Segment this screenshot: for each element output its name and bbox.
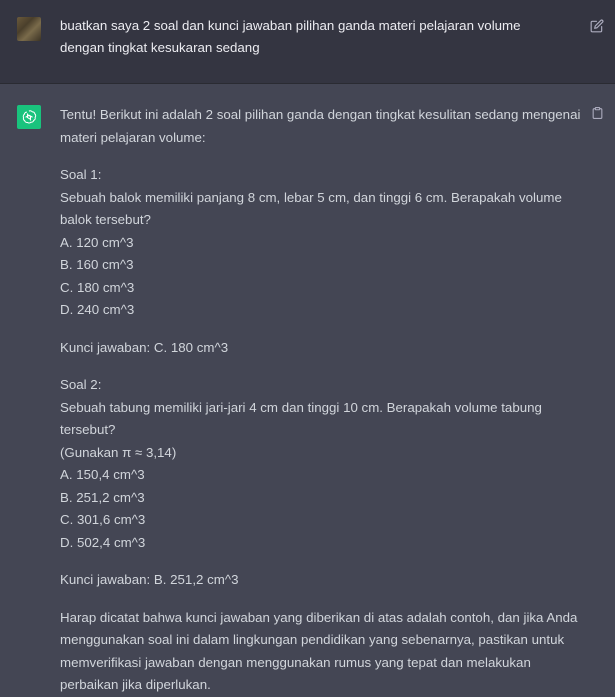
- clipboard-icon: [592, 107, 603, 119]
- soal2-title: Soal 2:: [60, 377, 102, 392]
- soal1-option-a: A. 120 cm^3: [60, 234, 134, 250]
- user-message-text: buatkan saya 2 soal dan kunci jawaban pi…: [60, 18, 521, 55]
- soal1-option-d: D. 240 cm^3: [60, 302, 135, 317]
- edit-button[interactable]: [590, 19, 604, 33]
- edit-icon: [590, 19, 604, 33]
- assistant-avatar: [17, 105, 41, 129]
- soal2-note: (Gunakan π ≈ 3,14): [60, 444, 177, 460]
- copy-button[interactable]: [591, 106, 604, 120]
- soal1-option-b: B. 160 cm^3: [60, 257, 134, 272]
- intro-text: Tentu! Berikut ini adalah 2 soal pilihan…: [60, 107, 581, 145]
- soal1-option-c: C. 180 cm^3: [60, 279, 135, 295]
- soal2-option-d: D. 502,4 cm^3: [60, 534, 146, 550]
- soal1-answer-key: Kunci jawaban: C. 180 cm^3: [60, 339, 229, 355]
- closing-note: Harap dicatat bahwa kunci jawaban yang d…: [60, 609, 578, 693]
- soal1-question: Sebuah balok memiliki panjang 8 cm, leba…: [60, 189, 562, 228]
- user-avatar: [17, 17, 41, 41]
- soal2-answer-key: Kunci jawaban: B. 251,2 cm^3: [60, 572, 239, 587]
- assistant-answer: Tentu! Berikut ini adalah 2 soal pilihan…: [60, 104, 590, 697]
- soal1-title: Soal 1:: [60, 167, 102, 182]
- soal2-option-a: A. 150,4 cm^3: [60, 467, 145, 482]
- soal2-option-b: B. 251,2 cm^3: [60, 489, 145, 505]
- soal2-option-c: C. 301,6 cm^3: [60, 512, 146, 527]
- assistant-message-row: Tentu! Berikut ini adalah 2 soal pilihan…: [0, 84, 615, 696]
- user-message-row: buatkan saya 2 soal dan kunci jawaban pi…: [0, 0, 615, 84]
- soal2-question: Sebuah tabung memiliki jari-jari 4 cm da…: [60, 399, 542, 438]
- openai-logo-icon: [22, 110, 37, 124]
